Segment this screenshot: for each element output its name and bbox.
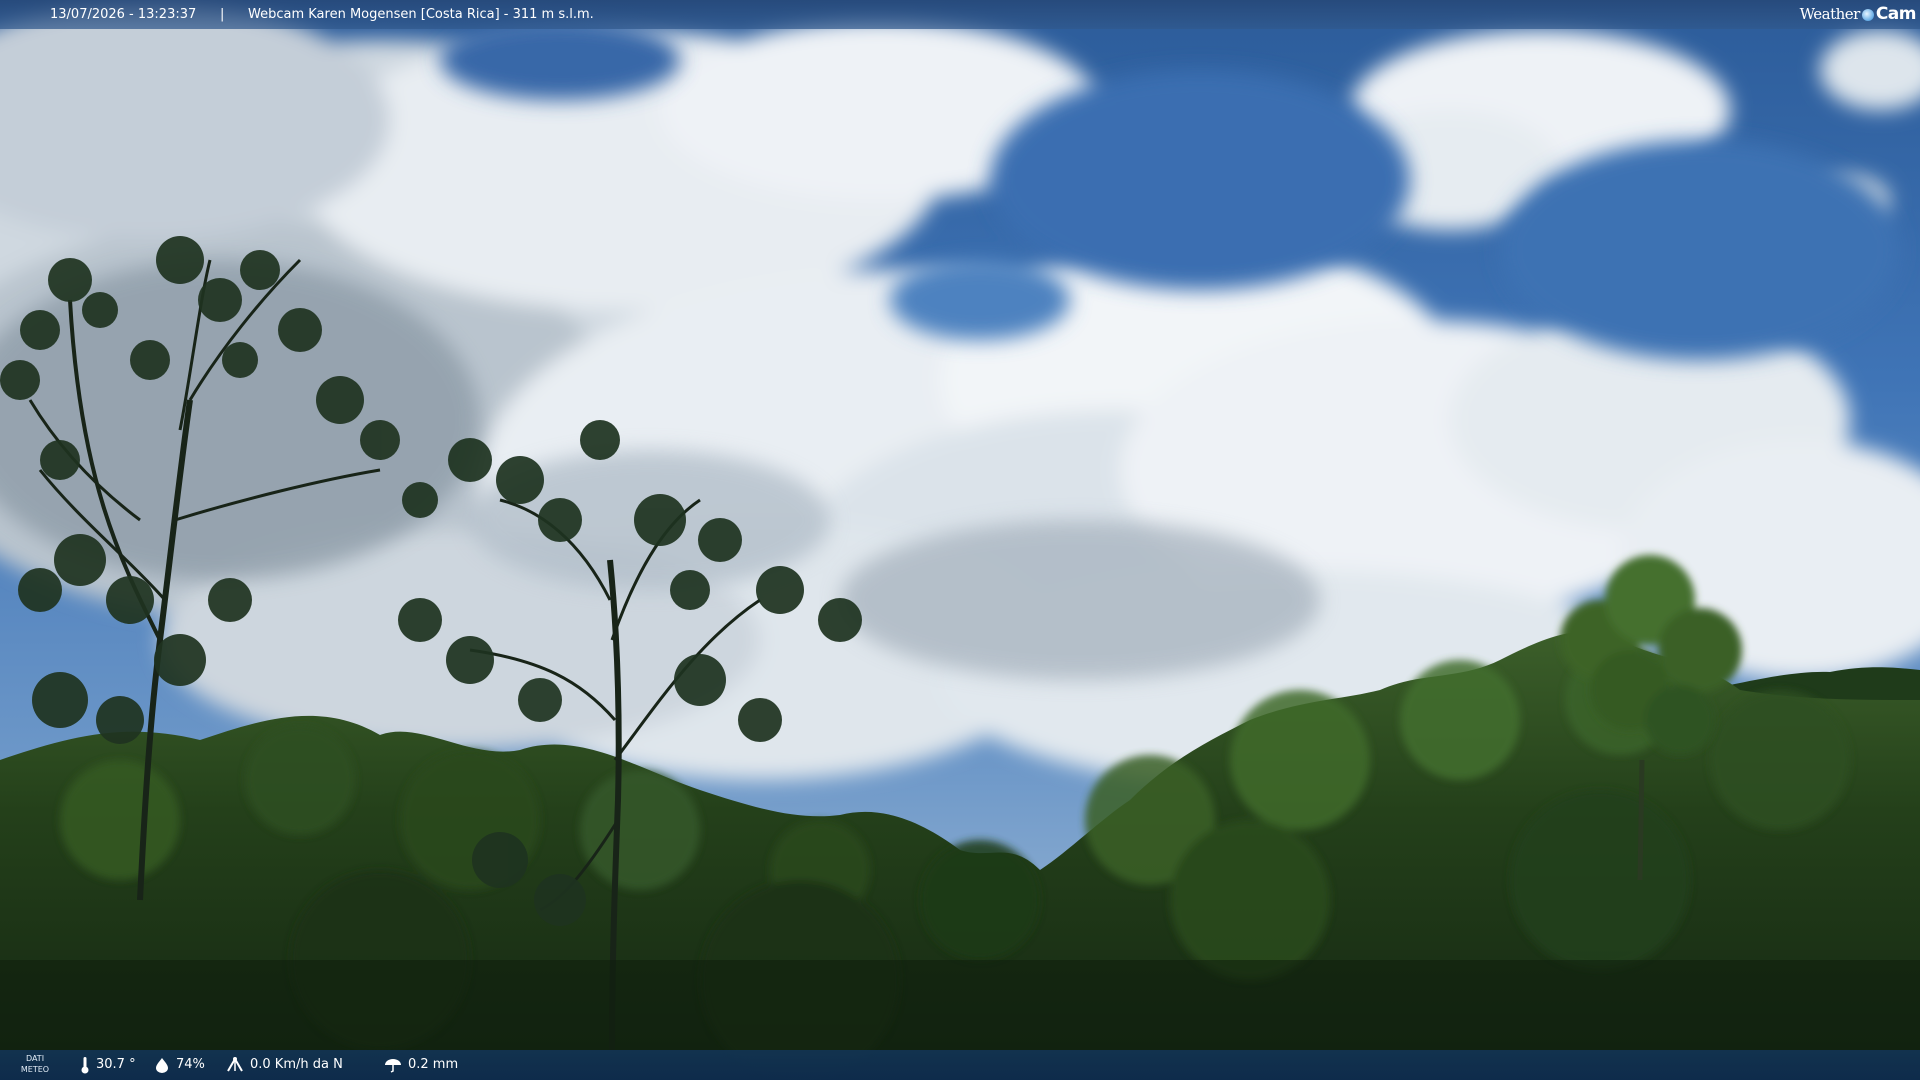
rain-reading: 0.2 mm	[384, 1050, 458, 1080]
webcam-scene	[0, 0, 1920, 1080]
wind-reading: 0.0 Km/h da N	[226, 1050, 343, 1080]
humidity-drop-icon	[156, 1058, 168, 1073]
meteo-label-line1: DATI	[25, 1054, 45, 1063]
logo-globe-icon	[1861, 8, 1874, 21]
meteo-label-line2: METEO	[20, 1065, 50, 1074]
top-info-bar: 13/07/2026 - 13:23:37 | Webcam Karen Mog…	[0, 0, 1920, 29]
temperature-reading: 30.7 °	[80, 1050, 136, 1080]
camera-title: Webcam Karen Mogensen [Costa Rica] - 311…	[248, 7, 594, 22]
rain-value: 0.2 mm	[408, 1057, 459, 1072]
humidity-reading: 74%	[154, 1050, 205, 1080]
weathercam-logo: Weather Cam	[1799, 0, 1917, 29]
rain-gauge-icon	[385, 1059, 401, 1073]
temperature-value: 30.7 °	[96, 1057, 136, 1072]
wind-value: 0.0 Km/h da N	[250, 1057, 343, 1072]
logo-cam-text: Cam	[1875, 4, 1917, 24]
thermometer-icon	[81, 1057, 89, 1074]
logo-weather-text: Weather	[1799, 5, 1861, 23]
meteo-label: DATI METEO	[18, 1053, 52, 1075]
wind-icon	[227, 1057, 243, 1072]
humidity-value: 74%	[176, 1057, 205, 1072]
separator: |	[220, 7, 225, 22]
timestamp: 13/07/2026 - 13:23:37	[50, 7, 197, 22]
weather-data-bar: DATI METEO 30.7 ° 74% 0.0 Km/h da N 0.2 …	[0, 1050, 1920, 1080]
